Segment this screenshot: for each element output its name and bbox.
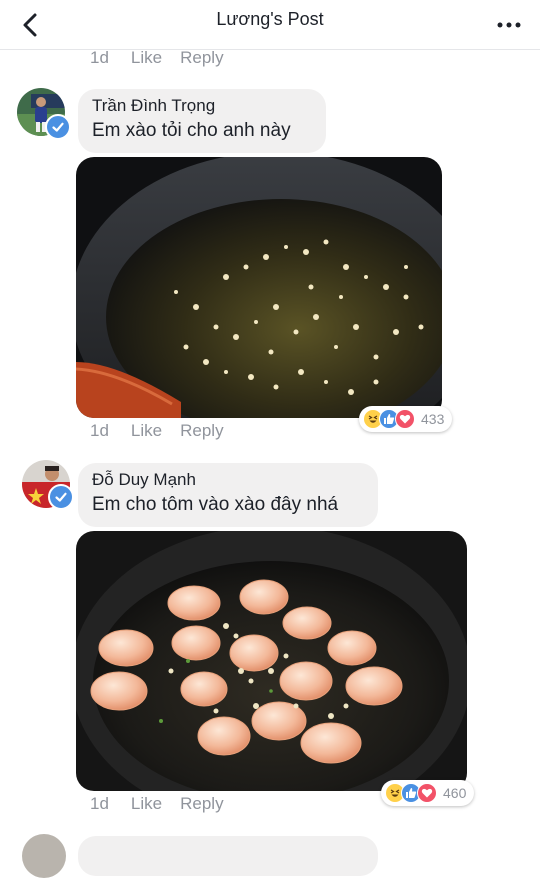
love-reaction-icon <box>417 783 437 803</box>
more-options-icon[interactable] <box>496 14 522 36</box>
comment-bubble: Đỗ Duy Mạnh Em cho tôm vào xào đây nhá <box>78 463 378 527</box>
reaction-count: 460 <box>443 785 467 801</box>
comment-bubble <box>78 836 378 876</box>
comment-actions: 1d Like Reply <box>90 48 224 68</box>
comment-bubble: Trần Đình Trọng Em xào tỏi cho anh này <box>78 89 326 153</box>
comment-time: 1d <box>90 421 109 440</box>
post-header: Lương's Post <box>0 0 540 50</box>
reply-link[interactable]: Reply <box>180 421 223 441</box>
love-reaction-icon <box>395 409 415 429</box>
avatar[interactable] <box>22 834 66 878</box>
comment-author[interactable]: Trần Đình Trọng <box>92 95 312 117</box>
reaction-summary[interactable]: 433 <box>359 406 453 432</box>
comment-actions: 1d Like Reply <box>90 794 224 814</box>
like-link[interactable]: Like <box>131 794 162 814</box>
comment-actions: 1d Like Reply <box>90 421 224 441</box>
comment-text: Em cho tôm vào xào đây nhá <box>92 494 339 515</box>
comment-time: 1d <box>90 48 109 67</box>
like-link[interactable]: Like <box>131 48 162 68</box>
page-title: Lương's Post <box>216 9 324 29</box>
comment-photo[interactable] <box>76 531 467 791</box>
reaction-summary[interactable]: 460 <box>381 780 475 806</box>
reply-link[interactable]: Reply <box>180 48 223 68</box>
verified-badge-icon <box>48 484 74 510</box>
reply-link[interactable]: Reply <box>180 794 223 814</box>
like-link[interactable]: Like <box>131 421 162 441</box>
verified-badge-icon <box>45 114 71 140</box>
comment-author[interactable]: Đỗ Duy Mạnh <box>92 469 364 491</box>
comment-time: 1d <box>90 794 109 813</box>
comment-text: Em xào tỏi cho anh này <box>92 120 291 141</box>
comment-photo[interactable] <box>76 157 442 418</box>
reaction-count: 433 <box>421 411 445 427</box>
